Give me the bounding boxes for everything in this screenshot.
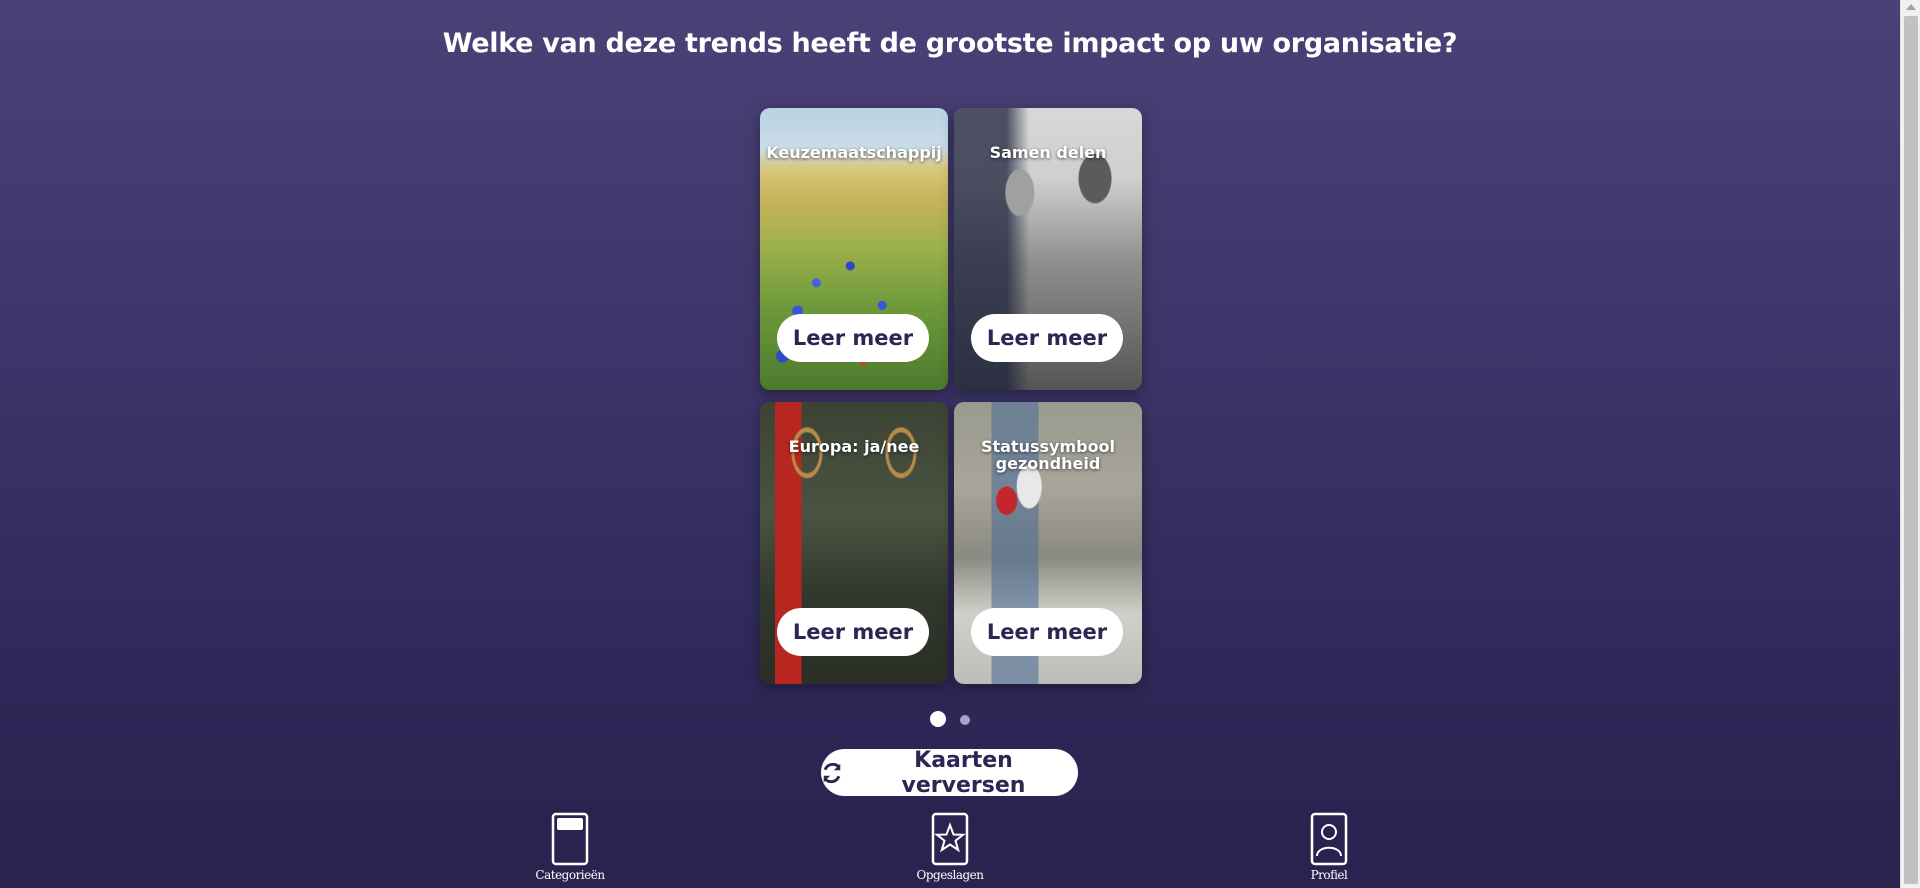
page-dot[interactable] <box>960 715 970 725</box>
page-title: Welke van deze trends heeft de grootste … <box>442 28 1458 59</box>
nav-item-opgeslagen[interactable]: Opgeslagen <box>890 812 1010 882</box>
trend-card-keuzemaatschappij[interactable]: Keuzemaatschappij Leer meer <box>760 108 948 390</box>
card-icon <box>510 812 630 866</box>
refresh-icon <box>821 762 843 784</box>
scrollbar-thumb[interactable] <box>1904 16 1918 884</box>
nav-item-profiel[interactable]: Profiel <box>1269 812 1389 882</box>
card-title: Europa: ja/nee <box>788 437 920 456</box>
scroll-up-arrow-icon[interactable] <box>1906 4 1916 10</box>
trend-card-samen-delen[interactable]: Samen delen Leer meer <box>954 108 1142 390</box>
card-title: Keuzemaatschappij <box>766 143 942 162</box>
trend-card-statussymbool-gezondheid[interactable]: Statussymbool gezondheid Leer meer <box>954 402 1142 684</box>
nav-item-categorieen[interactable]: Categorieën <box>510 812 630 882</box>
nav-label: Opgeslagen <box>916 868 984 882</box>
learn-more-button[interactable]: Leer meer <box>971 314 1123 362</box>
nav-label: Profiel <box>1310 868 1348 882</box>
vertical-scrollbar[interactable] <box>1900 0 1920 888</box>
card-title: Samen delen <box>989 143 1107 162</box>
refresh-cards-button[interactable]: Kaarten verversen <box>821 747 1078 798</box>
profile-icon <box>1269 812 1389 866</box>
learn-more-button[interactable]: Leer meer <box>971 608 1123 656</box>
refresh-label: Kaarten verversen <box>901 747 1026 798</box>
trend-card-grid: Keuzemaatschappij Leer meer Samen delen … <box>760 108 1142 684</box>
pagination-dots <box>930 711 990 727</box>
learn-more-button[interactable]: Leer meer <box>777 608 929 656</box>
card-title: Statussymbool gezondheid <box>980 437 1116 473</box>
trend-card-europa[interactable]: Europa: ja/nee Leer meer <box>760 402 948 684</box>
star-card-icon <box>890 812 1010 866</box>
learn-more-button[interactable]: Leer meer <box>777 314 929 362</box>
nav-label: Categorieën <box>535 868 605 882</box>
bottom-navigation: Categorieën Opgeslagen Profiel <box>0 800 1900 888</box>
page-dot-active[interactable] <box>930 711 946 727</box>
